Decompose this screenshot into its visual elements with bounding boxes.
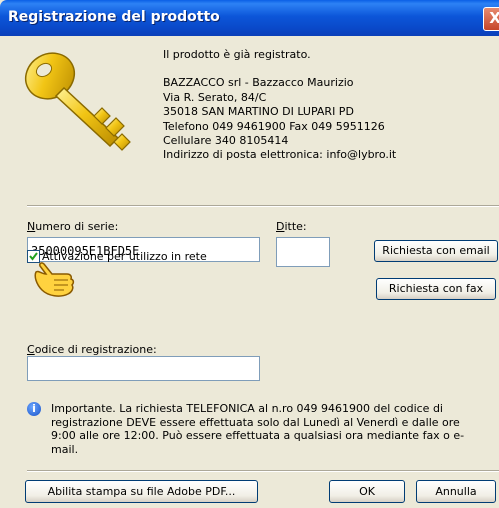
ditte-label: Ditte: <box>276 220 307 233</box>
info-icon: i <box>27 402 41 416</box>
registration-status: Il prodotto è già registrato. <box>163 48 311 61</box>
pointing-hand-icon <box>34 262 75 297</box>
registration-code-field[interactable] <box>27 356 260 381</box>
enable-pdf-print-button[interactable]: Abilita stampa su file Adobe PDF... <box>25 480 258 503</box>
registration-code-label: Codice di registrazione: <box>27 343 157 356</box>
serial-number-label: Numero di serie: <box>27 220 119 233</box>
key-icon <box>24 52 131 151</box>
company-name: BAZZACCO srl - Bazzacco Maurizio <box>163 76 354 90</box>
company-email: Indirizzo di posta elettronica: info@lyb… <box>163 148 397 162</box>
company-mobile: Cellulare 340 8105414 <box>163 134 289 148</box>
close-button[interactable]: X <box>483 7 499 31</box>
title-bar[interactable]: Registrazione del prodotto X <box>0 0 499 36</box>
registration-info: Il prodotto è già registrato. BAZZACCO s… <box>163 48 396 163</box>
ditte-field[interactable] <box>276 237 330 267</box>
registration-dialog: Registrazione del prodotto X Il prodotto… <box>0 0 499 508</box>
important-note: Importante. La richiesta TELEFONICA al n… <box>51 402 465 456</box>
window-title: Registrazione del prodotto <box>8 9 220 25</box>
bottom-separator <box>27 470 499 472</box>
company-address: Via R. Serato, 84/C <box>163 90 267 104</box>
request-email-button[interactable]: Richiesta con email <box>374 240 498 262</box>
request-fax-button[interactable]: Richiesta con fax <box>376 278 496 300</box>
company-phone: Telefono 049 9461900 Fax 049 5951126 <box>163 119 385 133</box>
company-city: 35018 SAN MARTINO DI LUPARI PD <box>163 105 354 119</box>
cancel-button[interactable]: Annulla <box>416 480 496 503</box>
top-separator <box>27 205 499 207</box>
ok-button[interactable]: OK <box>329 480 405 503</box>
